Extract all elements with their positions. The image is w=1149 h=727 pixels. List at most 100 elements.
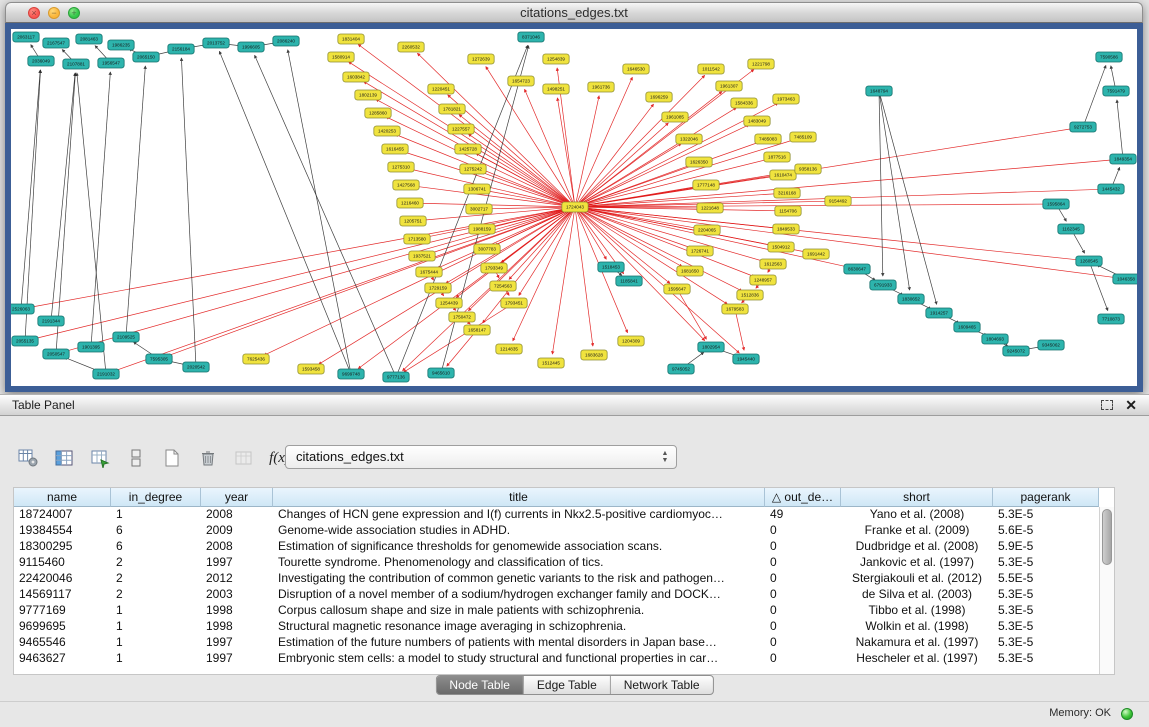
- graph-node[interactable]: 1427568: [393, 180, 419, 190]
- graph-node[interactable]: 1831404: [338, 34, 364, 44]
- graph-node[interactable]: 1877516: [764, 152, 790, 162]
- graph-node[interactable]: 7710873: [1098, 314, 1124, 324]
- table-cell[interactable]: Corpus callosum shape and size in male p…: [273, 603, 765, 619]
- graph-node[interactable]: 9345062: [1038, 340, 1064, 350]
- table-row[interactable]: 911546021997Tourette syndrome. Phenomeno…: [14, 555, 1099, 571]
- column-header-name[interactable]: name: [14, 488, 111, 507]
- table-cell[interactable]: 1: [111, 507, 201, 523]
- delete-table-icon[interactable]: [230, 445, 257, 471]
- table-cell[interactable]: 1997: [201, 651, 273, 667]
- graph-node[interactable]: 1254439: [436, 298, 462, 308]
- graph-node[interactable]: 1162345: [1058, 224, 1084, 234]
- graph-node[interactable]: 1512445: [538, 358, 564, 368]
- graph-node[interactable]: 3007783: [474, 244, 500, 254]
- graph-node[interactable]: 1595864: [1043, 199, 1069, 209]
- table-mode-icon[interactable]: [14, 445, 41, 471]
- graph-node[interactable]: 1580914: [328, 52, 354, 62]
- table-cell[interactable]: 1: [111, 603, 201, 619]
- graph-node[interactable]: 1221798: [748, 59, 774, 69]
- graph-node[interactable]: 1254839: [543, 54, 569, 64]
- table-cell[interactable]: Tourette syndrome. Phenomenology and cla…: [273, 555, 765, 571]
- table-cell[interactable]: Nakamura et al. (1997): [841, 635, 993, 651]
- table-cell[interactable]: Investigating the contribution of common…: [273, 571, 765, 587]
- table-cell[interactable]: Dudbridge et al. (2008): [841, 539, 993, 555]
- graph-node[interactable]: 6791933: [870, 280, 896, 290]
- table-cell[interactable]: 1: [111, 619, 201, 635]
- graph-node[interactable]: 1610474: [770, 170, 796, 180]
- graph-node[interactable]: 9245072: [1003, 346, 1029, 356]
- table-cell[interactable]: 49: [765, 507, 841, 523]
- graph-node[interactable]: 1802139: [355, 90, 381, 100]
- graph-node[interactable]: 1603842: [343, 72, 369, 82]
- graph-node[interactable]: 1793451: [501, 298, 527, 308]
- graph-node[interactable]: 1272639: [468, 54, 494, 64]
- table-cell[interactable]: 2: [111, 571, 201, 587]
- graph-node[interactable]: 2063117: [13, 32, 39, 42]
- graph-node[interactable]: 1996605: [238, 42, 264, 52]
- graph-node[interactable]: 1626350: [686, 157, 712, 167]
- table-cell[interactable]: 14569117: [14, 587, 111, 603]
- table-cell[interactable]: 22420046: [14, 571, 111, 587]
- table-cell[interactable]: 1997: [201, 555, 273, 571]
- graph-node[interactable]: 1914257: [926, 308, 952, 318]
- graph-node[interactable]: 1986235: [108, 40, 134, 50]
- graph-node[interactable]: 9777136: [383, 372, 409, 382]
- table-cell[interactable]: Estimation of significance thresholds fo…: [273, 539, 765, 555]
- graph-node[interactable]: 1713580: [404, 234, 430, 244]
- graph-node[interactable]: 1658147: [464, 325, 490, 335]
- table-cell[interactable]: 2008: [201, 539, 273, 555]
- graph-node[interactable]: 1849354: [1110, 154, 1136, 164]
- graph-node[interactable]: 2260532: [398, 42, 424, 52]
- table-cell[interactable]: 18300295: [14, 539, 111, 555]
- graph-node[interactable]: 2081463: [76, 34, 102, 44]
- graph-node[interactable]: 1512836: [737, 290, 763, 300]
- table-cell[interactable]: 1: [111, 651, 201, 667]
- graph-node[interactable]: 1646530: [623, 64, 649, 74]
- table-cell[interactable]: Wolkin et al. (1998): [841, 619, 993, 635]
- graph-node[interactable]: 2191344: [38, 316, 64, 326]
- graph-node[interactable]: 1593458: [298, 364, 324, 374]
- table-row[interactable]: 946554611997Estimation of the future num…: [14, 635, 1099, 651]
- close-button[interactable]: ×: [28, 7, 40, 19]
- graph-node[interactable]: 1781821: [439, 104, 465, 114]
- table-cell[interactable]: 0: [765, 619, 841, 635]
- graph-node[interactable]: 1654723: [508, 76, 534, 86]
- column-header-title[interactable]: title: [273, 488, 765, 507]
- graph-node[interactable]: 2050547: [43, 349, 69, 359]
- graph-node[interactable]: 1679583: [722, 304, 748, 314]
- table-cell[interactable]: 5.5E-5: [993, 571, 1099, 587]
- graph-node[interactable]: 1204309: [618, 336, 644, 346]
- table-row[interactable]: 1830029562008Estimation of significance …: [14, 539, 1099, 555]
- graph-node[interactable]: 1612563: [760, 259, 786, 269]
- graph-node[interactable]: 9272753: [1070, 122, 1096, 132]
- graph-node[interactable]: 1046358: [1113, 274, 1137, 284]
- table-cell[interactable]: 9777169: [14, 603, 111, 619]
- table-cell[interactable]: 0: [765, 635, 841, 651]
- graph-node[interactable]: 1691442: [803, 249, 829, 259]
- graph-node[interactable]: 1956547: [98, 58, 124, 68]
- table-selector[interactable]: citations_edges.txt ▲▼: [285, 445, 677, 469]
- tab-edge-table[interactable]: Edge Table: [523, 676, 610, 694]
- table-cell[interactable]: Genome-wide association studies in ADHD.: [273, 523, 765, 539]
- column-header-out_de[interactable]: △ out_de…: [765, 488, 841, 507]
- table-cell[interactable]: 9115460: [14, 555, 111, 571]
- tab-network-table[interactable]: Network Table: [610, 676, 713, 694]
- graph-node[interactable]: 1445432: [1098, 184, 1124, 194]
- table-cell[interactable]: 5.6E-5: [993, 523, 1099, 539]
- table-cell[interactable]: Embryonic stem cells: a model to study s…: [273, 651, 765, 667]
- graph-node[interactable]: 7591479: [1103, 86, 1129, 96]
- table-scrollbar[interactable]: [1099, 507, 1114, 674]
- graph-node[interactable]: 1205751: [400, 216, 426, 226]
- graph-node[interactable]: 1945440: [733, 354, 759, 364]
- graph-node[interactable]: 1504912: [768, 242, 794, 252]
- table-cell[interactable]: 5.3E-5: [993, 651, 1099, 667]
- close-panel-icon[interactable]: ✕: [1125, 395, 1137, 415]
- table-row[interactable]: 946362711997Embryonic stem cells: a mode…: [14, 651, 1099, 667]
- graph-node[interactable]: 1220451: [428, 84, 454, 94]
- graph-node[interactable]: 1498251: [543, 84, 569, 94]
- graph-node[interactable]: 1937521: [409, 251, 435, 261]
- graph-node[interactable]: 1849533: [773, 224, 799, 234]
- graph-node[interactable]: 1961736: [588, 82, 614, 92]
- table-row[interactable]: 1938455462009Genome-wide association stu…: [14, 523, 1099, 539]
- tab-node-table[interactable]: Node Table: [436, 676, 523, 694]
